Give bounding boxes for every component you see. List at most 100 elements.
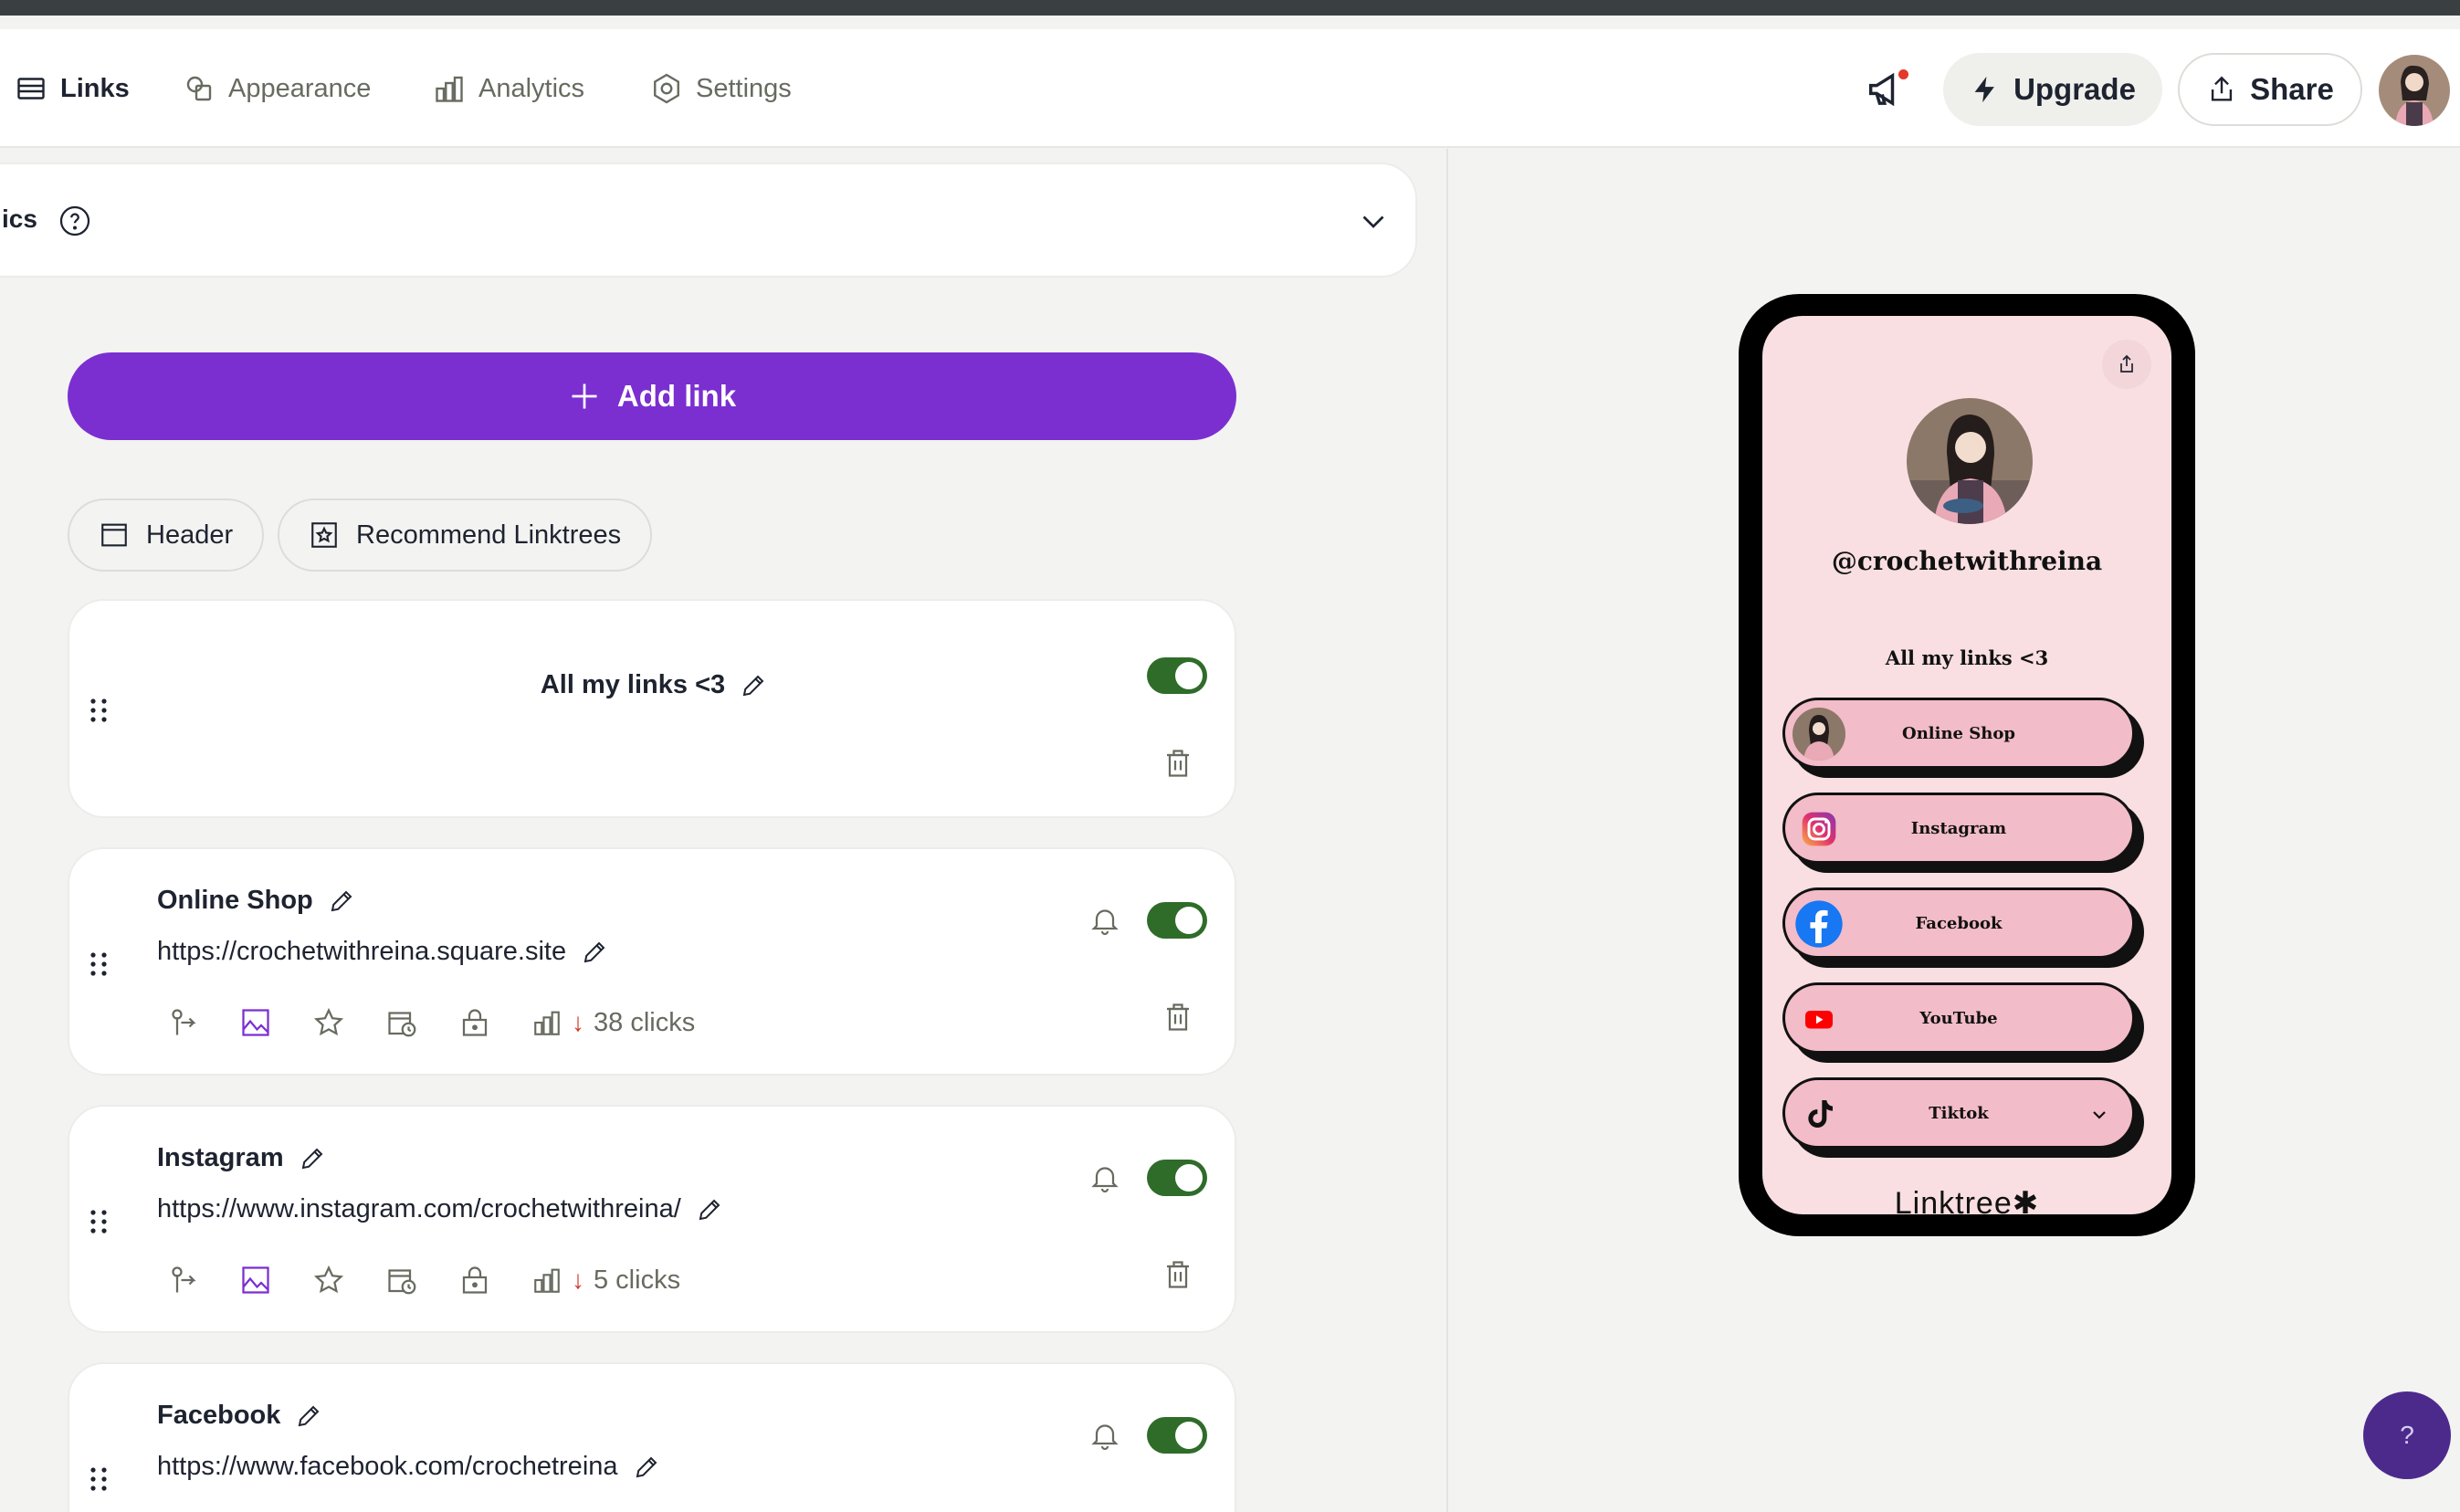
youtube-icon bbox=[1792, 992, 1845, 1045]
thumbnail-icon[interactable] bbox=[239, 1264, 272, 1297]
lock-icon[interactable] bbox=[458, 1006, 491, 1039]
link-card-facebook: Facebook https://www.facebook.com/croche… bbox=[68, 1362, 1236, 1512]
recommend-linktrees-label: Recommend Linktrees bbox=[356, 520, 622, 550]
redirect-icon[interactable] bbox=[166, 1006, 199, 1039]
link-toggle[interactable] bbox=[1147, 1160, 1207, 1196]
arrow-down-icon: ↓ bbox=[572, 1008, 584, 1036]
preview-link-online-shop[interactable]: Online Shop bbox=[1782, 698, 2144, 778]
pencil-icon[interactable] bbox=[581, 939, 608, 966]
preview-link-tiktok[interactable]: Tiktok bbox=[1782, 1077, 2144, 1158]
trash-icon[interactable] bbox=[1162, 747, 1194, 780]
link-toggle[interactable] bbox=[1147, 902, 1207, 939]
notifications-button[interactable] bbox=[1863, 66, 1910, 113]
share-icon bbox=[2212, 76, 2233, 101]
upgrade-button[interactable]: Upgrade bbox=[1943, 53, 2162, 126]
tab-settings[interactable]: Settings bbox=[650, 29, 792, 148]
tiktok-icon bbox=[1792, 1087, 1845, 1140]
share-button[interactable]: Share bbox=[2178, 53, 2362, 126]
header-text-label: All my links <3 bbox=[540, 670, 726, 699]
recommend-linktrees-button[interactable]: Recommend Linktrees bbox=[278, 499, 653, 572]
facebook-icon bbox=[1792, 898, 1845, 950]
link-title[interactable]: Online Shop bbox=[157, 886, 355, 916]
preview-link-label: Online Shop bbox=[1902, 723, 2015, 743]
header-button[interactable]: Header bbox=[68, 499, 265, 572]
link-url-text: https://www.instagram.com/crochetwithrei… bbox=[157, 1194, 681, 1223]
redirect-icon[interactable] bbox=[166, 1264, 199, 1297]
link-title-text: Instagram bbox=[157, 1143, 284, 1172]
click-stats[interactable]: ↓ 38 clicks bbox=[531, 1007, 695, 1038]
thumbnail-icon[interactable] bbox=[239, 1006, 272, 1039]
pencil-icon[interactable] bbox=[633, 1454, 660, 1481]
bell-icon[interactable] bbox=[1088, 1419, 1121, 1452]
phone-preview: @crochetwithreina All my links <3 Online… bbox=[1739, 294, 2195, 1236]
tab-analytics-label: Analytics bbox=[478, 73, 585, 103]
pencil-icon[interactable] bbox=[299, 1145, 326, 1172]
avatar-image bbox=[2379, 55, 2450, 126]
preview-link-facebook[interactable]: Facebook bbox=[1782, 887, 2144, 968]
tab-appearance[interactable]: Appearance bbox=[183, 29, 371, 148]
star-icon[interactable] bbox=[312, 1264, 345, 1297]
star-icon[interactable] bbox=[312, 1006, 345, 1039]
bell-icon[interactable] bbox=[1088, 904, 1121, 937]
header-text-card: All my links <3 bbox=[68, 599, 1236, 818]
link-url[interactable]: https://www.instagram.com/crochetwithrei… bbox=[157, 1194, 723, 1224]
help-button[interactable]: ? bbox=[2363, 1391, 2451, 1479]
click-stats[interactable]: ↓ 5 clicks bbox=[531, 1265, 680, 1296]
pencil-icon[interactable] bbox=[696, 1196, 723, 1223]
tab-analytics[interactable]: Analytics bbox=[433, 29, 584, 148]
schedule-icon[interactable] bbox=[385, 1264, 418, 1297]
column-divider bbox=[1446, 149, 1448, 1512]
pencil-icon[interactable] bbox=[328, 887, 355, 915]
link-title-text: Online Shop bbox=[157, 886, 313, 915]
header-toggle[interactable] bbox=[1147, 657, 1207, 694]
shapes-icon bbox=[186, 76, 212, 101]
trash-icon[interactable] bbox=[1162, 1258, 1194, 1291]
lock-icon[interactable] bbox=[458, 1264, 491, 1297]
notification-dot bbox=[1898, 69, 1908, 79]
drag-handle-icon[interactable] bbox=[89, 951, 108, 977]
link-title[interactable]: Instagram bbox=[157, 1143, 326, 1173]
upgrade-label: Upgrade bbox=[2013, 72, 2136, 106]
click-count: 5 clicks bbox=[594, 1265, 681, 1295]
drag-handle-icon[interactable] bbox=[89, 698, 108, 723]
chevron-down-icon[interactable] bbox=[1357, 205, 1390, 237]
drag-handle-icon[interactable] bbox=[89, 1209, 108, 1234]
link-title[interactable]: Facebook bbox=[157, 1401, 322, 1431]
trash-icon[interactable] bbox=[1162, 1001, 1194, 1034]
profile-avatar[interactable] bbox=[2379, 55, 2450, 126]
plus-icon bbox=[572, 383, 597, 409]
arrow-down-icon: ↓ bbox=[572, 1265, 584, 1294]
link-url-text: https://crochetwithreina.square.site bbox=[157, 937, 567, 966]
schedule-icon[interactable] bbox=[385, 1006, 418, 1039]
click-count: 38 clicks bbox=[594, 1007, 696, 1037]
button-face: Tiktok bbox=[1782, 1077, 2135, 1149]
bar-chart-icon bbox=[534, 1268, 560, 1293]
preview-share-button[interactable] bbox=[2102, 340, 2151, 389]
tab-settings-label: Settings bbox=[696, 73, 792, 103]
star-frame-icon bbox=[311, 522, 337, 548]
add-link-button[interactable]: Add link bbox=[68, 352, 1236, 440]
analytics-panel-title: ics bbox=[2, 205, 37, 233]
lightning-icon bbox=[1974, 76, 1994, 103]
analytics-panel[interactable]: ics bbox=[0, 163, 1417, 278]
link-url[interactable]: https://www.facebook.com/crochetreina bbox=[157, 1452, 660, 1482]
bell-icon[interactable] bbox=[1088, 1161, 1121, 1194]
link-url[interactable]: https://crochetwithreina.square.site bbox=[157, 937, 608, 967]
header-icon bbox=[101, 523, 127, 547]
preview-link-label: Instagram bbox=[1910, 818, 2007, 838]
chevron-down-icon[interactable] bbox=[2088, 1104, 2110, 1126]
pencil-icon[interactable] bbox=[740, 672, 767, 699]
preview-avatar bbox=[1907, 398, 2033, 524]
link-card-online-shop: Online Shop https://crochetwithreina.squ… bbox=[68, 847, 1236, 1076]
preview-link-label: Tiktok bbox=[1929, 1103, 1989, 1123]
preview-link-instagram[interactable]: Instagram bbox=[1782, 793, 2144, 873]
pencil-icon[interactable] bbox=[295, 1402, 322, 1430]
share-icon bbox=[2120, 354, 2133, 373]
tab-links[interactable]: Links bbox=[15, 29, 130, 148]
instagram-icon bbox=[1792, 803, 1845, 856]
link-toggle[interactable] bbox=[1147, 1417, 1207, 1454]
drag-handle-icon[interactable] bbox=[89, 1466, 108, 1492]
question-circle-icon[interactable] bbox=[58, 205, 91, 237]
preview-link-youtube[interactable]: YouTube bbox=[1782, 982, 2144, 1063]
button-face: Instagram bbox=[1782, 793, 2135, 864]
